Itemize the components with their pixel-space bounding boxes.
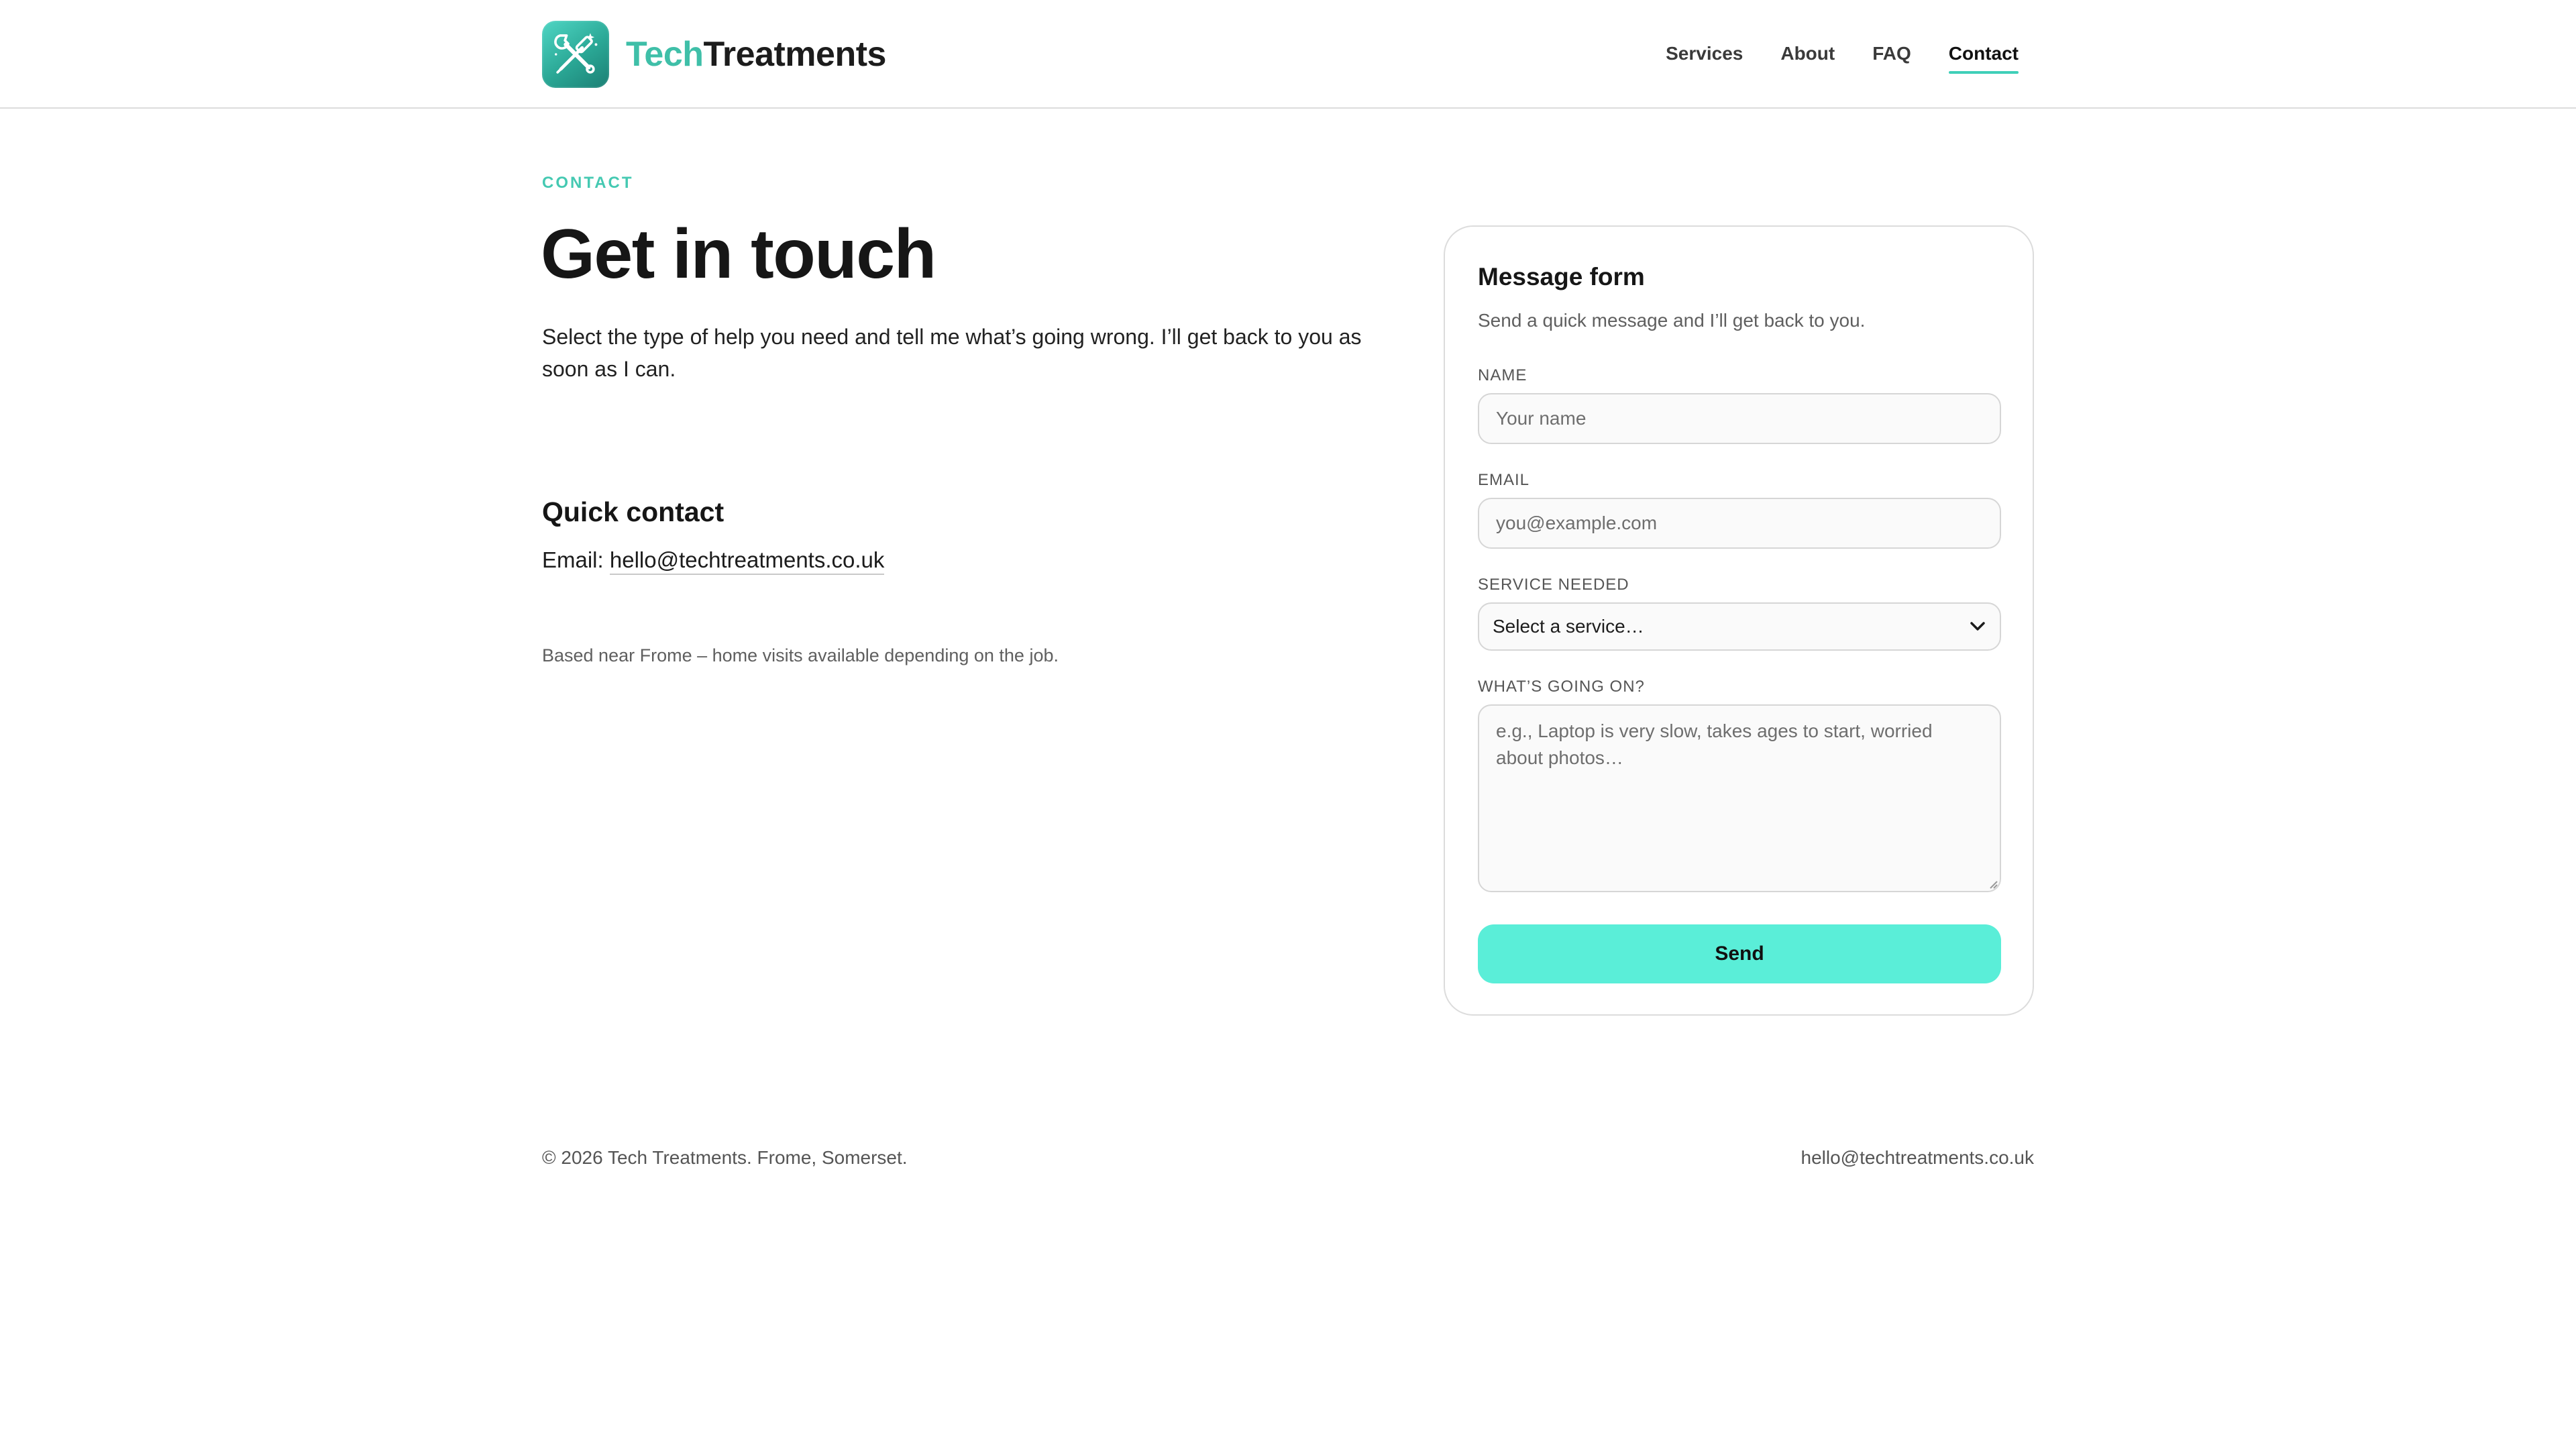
service-label: SERVICE NEEDED <box>1478 576 1629 594</box>
nav-about[interactable]: About <box>1780 42 1835 74</box>
footer-email-link[interactable]: hello@techtreatments.co.uk <box>1801 1147 2034 1169</box>
name-label: NAME <box>1478 366 1527 384</box>
wrench-screwdriver-icon <box>542 21 609 88</box>
brand-name: TechTreatments <box>626 37 886 72</box>
send-button[interactable]: Send <box>1478 924 2001 983</box>
footer-copyright: © 2026 Tech Treatments. Frome, Somerset. <box>542 1147 908 1168</box>
section-eyebrow: CONTACT <box>542 174 634 192</box>
service-selected-value: Select a service… <box>1493 616 1644 637</box>
quick-contact-email: Email: hello@techtreatments.co.uk <box>542 547 885 575</box>
name-input[interactable] <box>1478 393 2001 444</box>
form-title: Message form <box>1478 263 1645 290</box>
service-select[interactable]: Select a service… <box>1478 602 2001 651</box>
email-link[interactable]: hello@techtreatments.co.uk <box>609 547 885 575</box>
page-title: Get in touch <box>541 215 936 293</box>
issue-textarea[interactable] <box>1478 704 2001 892</box>
nav-contact[interactable]: Contact <box>1948 42 2019 74</box>
message-form-card: Message form Send a quick message and I’… <box>1444 225 2034 1016</box>
main-nav: Services About FAQ Contact <box>1666 42 2019 74</box>
email-label: Email: <box>542 547 604 572</box>
email-field-label: EMAIL <box>1478 471 1530 489</box>
resize-handle-icon[interactable] <box>1986 877 1998 890</box>
location-note: Based near Frome – home visits available… <box>542 645 1059 665</box>
form-subtitle: Send a quick message and I’ll get back t… <box>1478 310 1866 331</box>
site-logo[interactable]: TechTreatments <box>542 21 886 88</box>
brand-name-treatments: Treatments <box>703 35 887 74</box>
chevron-down-icon <box>1969 618 1986 635</box>
quick-contact-heading: Quick contact <box>542 496 724 527</box>
nav-faq[interactable]: FAQ <box>1872 42 1911 74</box>
email-input[interactable] <box>1478 498 2001 549</box>
site-header: TechTreatments Services About FAQ Contac… <box>0 0 2576 109</box>
brand-name-tech: Tech <box>626 35 704 74</box>
intro-text: Select the type of help you need and tel… <box>542 325 1362 381</box>
nav-services[interactable]: Services <box>1666 42 1743 74</box>
issue-label: WHAT’S GOING ON? <box>1478 678 1645 696</box>
